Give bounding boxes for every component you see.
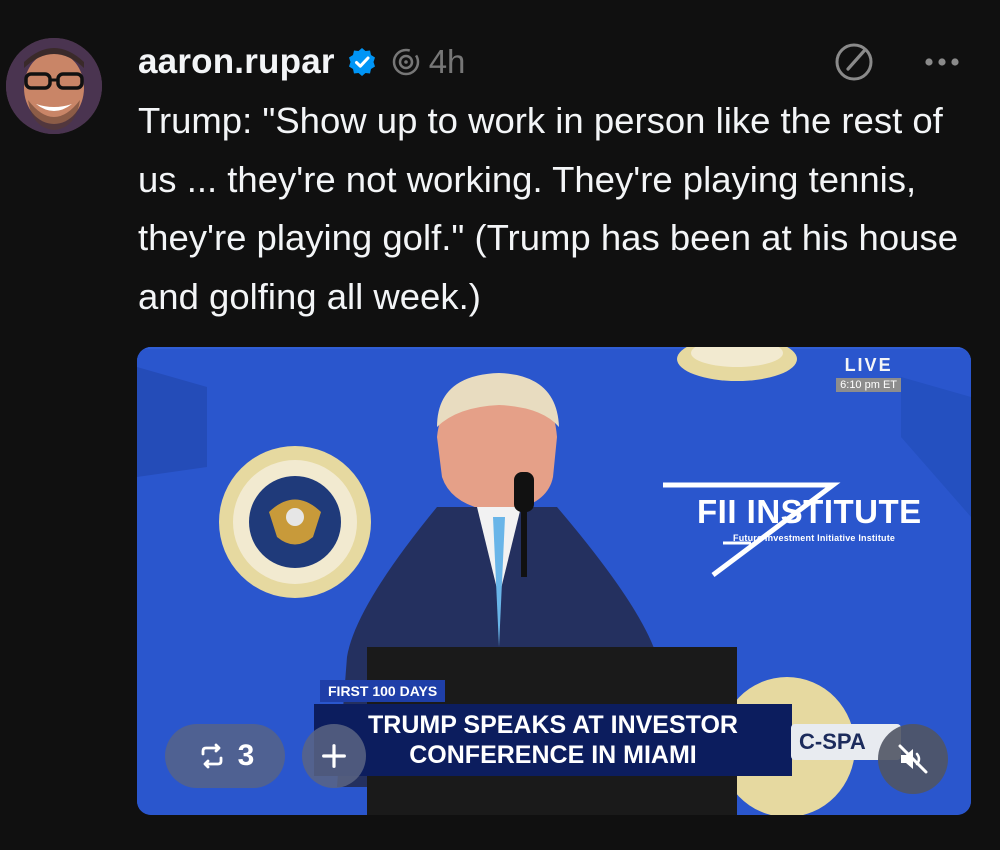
repost-button[interactable]: 3	[165, 724, 285, 788]
username[interactable]: aaron.rupar	[138, 42, 335, 82]
plus-icon	[322, 744, 346, 768]
post-time: 4h	[428, 43, 466, 80]
repost-icon	[201, 743, 223, 769]
post-header: aaron.rupar 4h	[138, 38, 465, 86]
more-icon[interactable]	[920, 40, 964, 84]
post-text: Trump: "Show up to work in person like t…	[138, 100, 959, 317]
verified-badge-icon	[347, 47, 377, 77]
fii-subtitle: Future Investment Initiative Institute	[733, 533, 896, 543]
live-time: 6:10 pm ET	[836, 378, 901, 392]
lower-third-line1: TRUMP SPEAKS AT INVESTOR	[368, 711, 738, 739]
mute-button[interactable]	[878, 724, 948, 794]
network-logo-text: C-SPA	[799, 729, 866, 754]
live-badge: LIVE 6:10 pm ET	[836, 355, 901, 392]
lower-third-line2: CONFERENCE IN MIAMI	[409, 741, 697, 769]
fii-title: FII INSTITUTE	[697, 493, 922, 530]
live-label: LIVE	[844, 355, 893, 375]
add-button[interactable]	[302, 724, 366, 788]
avatar[interactable]	[6, 38, 102, 134]
lower-third-tag: FIRST 100 DAYS	[320, 680, 446, 702]
lower-third: TRUMP SPEAKS AT INVESTOR CONFERENCE IN M…	[314, 704, 792, 776]
avatar-image	[6, 38, 102, 134]
threads-activity-icon	[391, 47, 421, 77]
mute-icon	[898, 744, 928, 774]
repost-count: 3	[237, 739, 255, 772]
header-actions	[832, 38, 964, 86]
compose-icon[interactable]	[832, 40, 876, 84]
